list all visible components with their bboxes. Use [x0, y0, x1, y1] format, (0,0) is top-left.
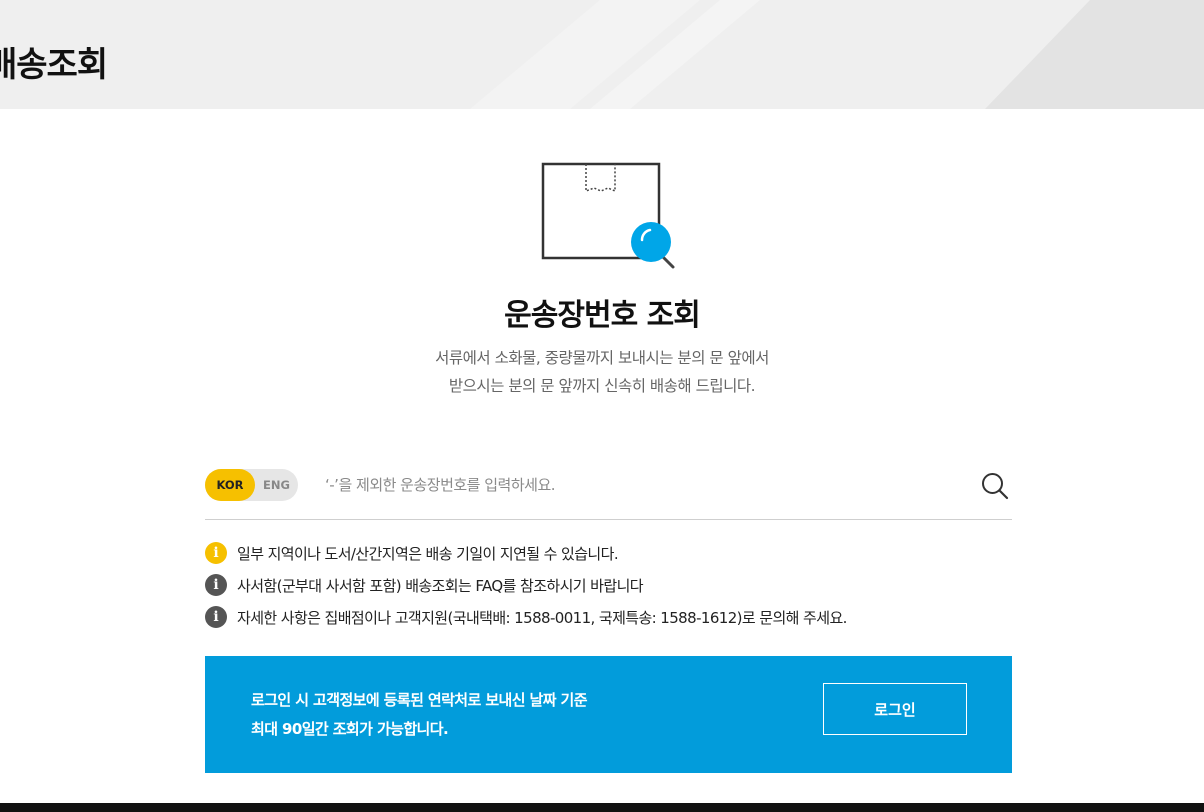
login-button[interactable]: 로그인	[823, 683, 967, 735]
info-icon: i	[205, 574, 227, 596]
page-title: 배송조회	[0, 45, 108, 85]
notice-text: 사서함(군부대 사서함 포함) 배송조회는 FAQ를 참조하시기 바랍니다	[237, 576, 644, 595]
tracking-number-input[interactable]	[325, 469, 965, 501]
lang-kor-button[interactable]: KOR	[205, 469, 255, 501]
page-header: 배송조회	[0, 0, 1204, 109]
section-description: 서류에서 소화물, 중량물까지 보내시는 분의 문 앞에서 받으시는 분의 문 …	[0, 344, 1204, 400]
notice-text: 일부 지역이나 도서/산간지역은 배송 기일이 지연될 수 있습니다.	[237, 544, 619, 563]
login-banner: 로그인 시 고객정보에 등록된 연락처로 보내신 날짜 기준 최대 90일간 조…	[205, 656, 1012, 773]
search-button[interactable]	[978, 469, 1012, 503]
section-title: 운송장번호 조회	[504, 298, 701, 333]
info-icon: i	[205, 542, 227, 564]
notice-item: i 사서함(군부대 사서함 포함) 배송조회는 FAQ를 참조하시기 바랍니다	[205, 569, 1012, 601]
login-banner-line: 최대 90일간 조회가 가능합니다.	[251, 720, 449, 738]
search-icon	[982, 473, 1009, 500]
notice-text: 자세한 사항은 집배점이나 고객지원(국내택배: 1588-0011, 국제특송…	[237, 608, 847, 627]
language-toggle[interactable]: KOR ENG	[205, 469, 298, 501]
lang-eng-button[interactable]: ENG	[255, 469, 298, 501]
notice-list: i 일부 지역이나 도서/산간지역은 배송 기일이 지연될 수 있습니다. i …	[205, 537, 1012, 633]
login-banner-line: 로그인 시 고객정보에 등록된 연락처로 보내신 날짜 기준	[251, 691, 588, 709]
info-icon: i	[205, 606, 227, 628]
login-banner-text: 로그인 시 고객정보에 등록된 연락처로 보내신 날짜 기준 최대 90일간 조…	[251, 686, 588, 744]
tracking-search-bar: KOR ENG	[205, 465, 1012, 520]
notice-item: i 일부 지역이나 도서/산간지역은 배송 기일이 지연될 수 있습니다.	[205, 537, 1012, 569]
description-line: 서류에서 소화물, 중량물까지 보내시는 분의 문 앞에서	[435, 349, 769, 367]
notice-item: i 자세한 사항은 집배점이나 고객지원(국내택배: 1588-0011, 국제…	[205, 601, 1012, 633]
description-line: 받으시는 분의 문 앞까지 신속히 배송해 드립니다.	[448, 377, 756, 395]
header-decoration	[470, 0, 1204, 109]
parcel-search-icon	[541, 162, 675, 269]
footer-edge	[0, 803, 1204, 812]
